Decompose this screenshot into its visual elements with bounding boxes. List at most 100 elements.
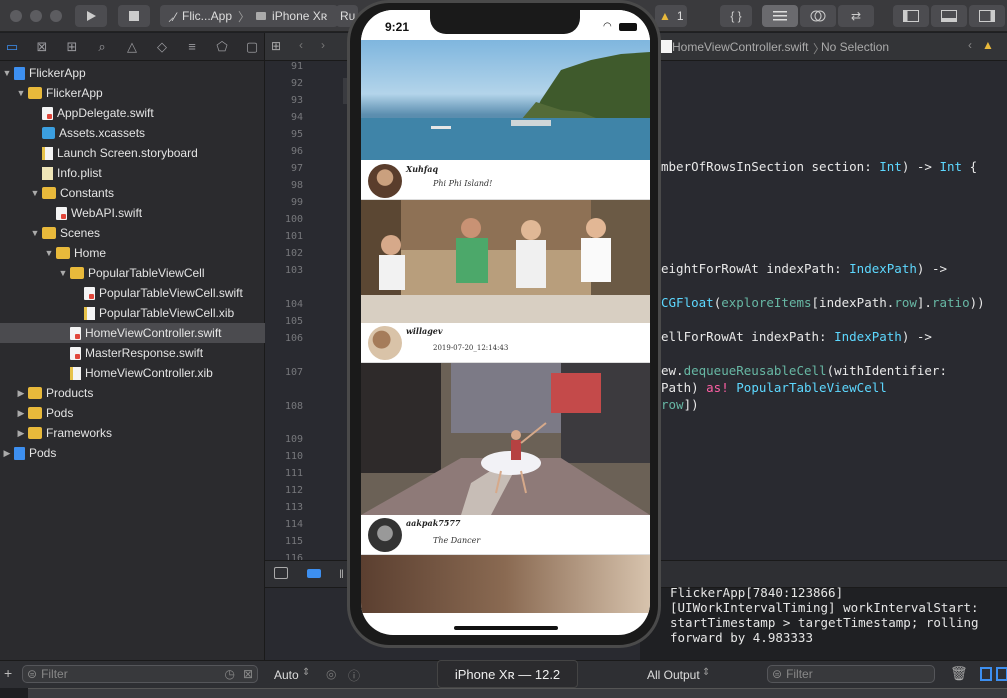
navigator-item[interactable]: ▶ Products [0, 383, 265, 403]
console-filter-field[interactable]: ⊜ Filter [767, 665, 935, 683]
navigator-item[interactable]: ▼ Home [0, 243, 265, 263]
console-output-select[interactable]: All Output [647, 668, 700, 682]
breakpoint-tab-icon[interactable]: ⬠ [212, 37, 232, 57]
minimize-window-button[interactable] [30, 10, 42, 22]
pause-icon[interactable]: ‖ [339, 567, 344, 581]
breadcrumb-file[interactable]: HomeViewController.swift [672, 40, 809, 54]
navigator-item[interactable]: ▶ Pods [0, 443, 265, 463]
scm-filter-icon[interactable]: ⊠ [243, 667, 253, 681]
navigator-item[interactable]: ▼ PopularTableViewCell [0, 263, 265, 283]
post-username: aakpak7577 [406, 518, 461, 528]
navigator-item[interactable]: ▼ Constants [0, 183, 265, 203]
post-cell[interactable]: Xuhfaq Phi Phi Island! [361, 160, 650, 200]
navigator-item[interactable]: WebAPI.swift [0, 203, 265, 223]
warning-icon[interactable]: ▲ [982, 38, 994, 52]
variables-scope-select[interactable]: Auto [274, 668, 299, 682]
navigator-item-label: Assets.xcassets [59, 126, 146, 140]
navigator-item[interactable]: Assets.xcassets [0, 123, 265, 143]
line-number: 112 [284, 485, 303, 496]
disclosure-open-icon[interactable]: ▼ [30, 228, 40, 238]
breadcrumb-selection[interactable]: No Selection [821, 40, 889, 54]
library-button[interactable]: { } [720, 5, 752, 27]
navigator-item[interactable]: AppDelegate.swift [0, 103, 265, 123]
post-cell[interactable]: aakpak7577 The Dancer [361, 515, 650, 555]
disclosure-closed-icon[interactable]: ▶ [16, 428, 26, 439]
recent-files-icon[interactable]: ◷ [224, 667, 234, 681]
hide-debug-icon[interactable] [274, 567, 288, 579]
battery-icon [619, 23, 637, 31]
folder-icon [56, 247, 70, 259]
split-left-icon[interactable] [980, 667, 992, 681]
folder-tab-icon[interactable]: ▭ [2, 37, 22, 57]
disclosure-closed-icon[interactable]: ▶ [2, 448, 12, 459]
navigator-item[interactable]: Launch Screen.storyboard [0, 143, 265, 163]
navigator-item[interactable]: ▼ FlickerApp [0, 83, 265, 103]
navigator-item[interactable]: MasterResponse.swift [0, 343, 265, 363]
home-indicator[interactable] [454, 626, 558, 630]
toggle-inspector-button[interactable] [969, 5, 1005, 27]
stop-button[interactable] [118, 5, 150, 27]
disclosure-open-icon[interactable]: ▼ [44, 248, 54, 258]
disclosure-open-icon[interactable]: ▼ [2, 68, 12, 78]
line-number: 95 [290, 129, 303, 140]
add-icon[interactable]: + [4, 665, 12, 681]
disclosure-open-icon[interactable]: ▼ [30, 188, 40, 198]
search-tab-icon[interactable]: ⌕ [92, 37, 112, 57]
post-photo[interactable] [361, 555, 650, 613]
post-cell[interactable]: willagev 2019-07-20_12:14:43 [361, 323, 650, 363]
toggle-debug-button[interactable] [931, 5, 967, 27]
navigator-item[interactable]: ▼ FlickerApp [0, 63, 265, 83]
warning-indicator[interactable]: ▲ 1 [655, 5, 687, 27]
navigator-item[interactable]: Info.plist [0, 163, 265, 183]
navigator-item-label: Launch Screen.storyboard [57, 146, 198, 160]
navigator-filter-field[interactable]: ⊜ Filter ◷ ⊠ [22, 665, 258, 683]
standard-editor-button[interactable] [762, 5, 798, 27]
forward-arrow-icon[interactable]: › [321, 38, 325, 52]
related-items-icon[interactable]: ⊞ [271, 39, 281, 53]
info-icon[interactable]: ⓘ [348, 667, 360, 684]
report-tab-icon[interactable]: ▢ [242, 37, 262, 57]
code-line-107a: ew.dequeueReusableCell(withIdentifier: [661, 363, 947, 378]
test-tab-icon[interactable]: ◇ [152, 37, 172, 57]
avatar [368, 326, 402, 360]
console-output[interactable]: FlickerApp[7840:123866] [UIWorkIntervalT… [640, 585, 1007, 660]
version-editor-button[interactable]: ⇄ [838, 5, 874, 27]
debug-tab-icon[interactable]: ≡ [182, 37, 202, 57]
close-window-button[interactable] [10, 10, 22, 22]
line-number: 109 [284, 434, 303, 445]
back-arrow-icon[interactable]: ‹ [299, 38, 303, 52]
eye-icon[interactable]: ◎ [326, 667, 336, 681]
navigator-item[interactable]: ▶ Pods [0, 403, 265, 423]
run-button[interactable] [75, 5, 107, 27]
trash-icon[interactable]: 🗑 [950, 665, 968, 682]
post-photo[interactable] [361, 40, 650, 160]
symbol-tab-icon[interactable]: ⊞ [62, 37, 82, 57]
breakpoints-toggle-icon[interactable] [307, 569, 321, 578]
swift-file-icon [661, 40, 672, 53]
scheme-selector[interactable]: ⸝⁄ Flic...App 〉 iPhone Xʀ [160, 5, 338, 27]
disclosure-closed-icon[interactable]: ▶ [16, 388, 26, 399]
navigator-item[interactable]: PopularTableViewCell.xib [0, 303, 265, 323]
issue-tab-icon[interactable]: △ [122, 37, 142, 57]
split-right-icon[interactable] [996, 667, 1007, 681]
dancer-photo-image [361, 363, 650, 515]
line-number: 104 [284, 299, 303, 310]
navigator-item[interactable]: HomeViewController.swift [0, 323, 265, 343]
assistant-editor-button[interactable] [800, 5, 836, 27]
toggle-navigator-button[interactable] [893, 5, 929, 27]
navigator-item[interactable]: ▼ Scenes [0, 223, 265, 243]
source-control-tab-icon[interactable]: ⊠ [32, 37, 52, 57]
bottom-panel-icon [941, 10, 957, 22]
disclosure-open-icon[interactable]: ▼ [16, 88, 26, 98]
folder-icon [42, 227, 56, 239]
navigator-item[interactable]: PopularTableViewCell.swift [0, 283, 265, 303]
post-photo[interactable] [361, 363, 650, 515]
navigator-item[interactable]: HomeViewController.xib [0, 363, 265, 383]
navigator-item[interactable]: ▶ Frameworks [0, 423, 265, 443]
post-photo[interactable] [361, 200, 650, 323]
disclosure-closed-icon[interactable]: ▶ [16, 408, 26, 419]
simulator-screen[interactable]: 9:21 ◠ Xuhfaq Phi Phi Island! willagev 2… [361, 10, 650, 635]
zoom-window-button[interactable] [50, 10, 62, 22]
disclosure-open-icon[interactable]: ▼ [58, 268, 68, 278]
prev-issue-icon[interactable]: ‹ [968, 38, 972, 52]
